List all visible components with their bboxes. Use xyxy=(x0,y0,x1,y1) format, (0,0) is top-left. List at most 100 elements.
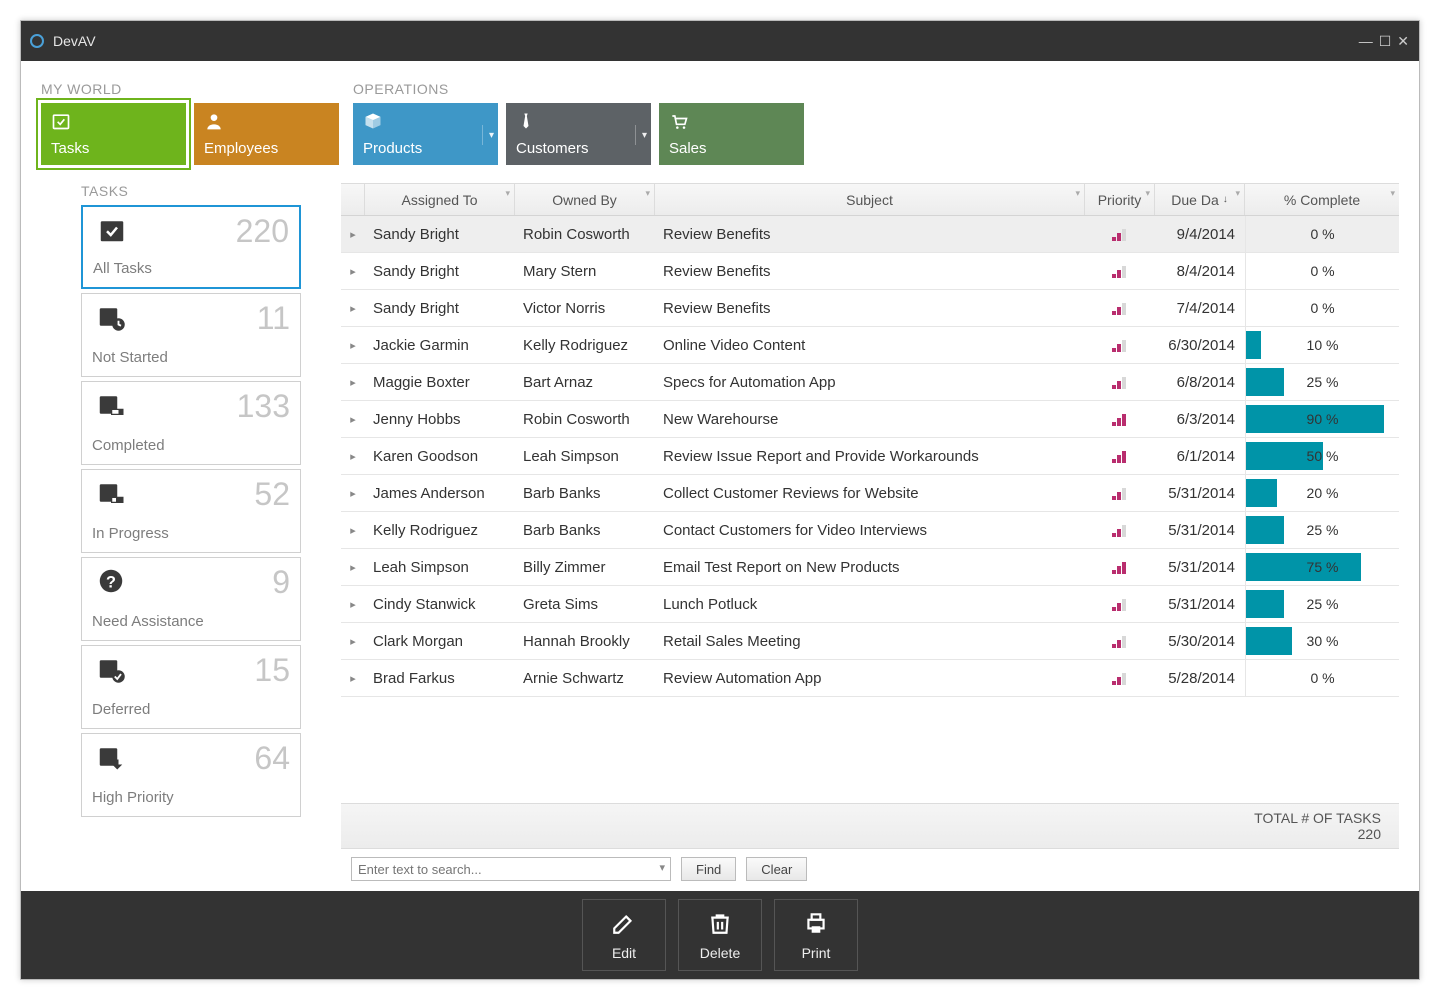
cell-priority xyxy=(1085,449,1155,463)
cell-pct: 25 % xyxy=(1245,364,1399,400)
nav-group-operations: OPERATIONS xyxy=(353,81,804,97)
box-icon xyxy=(363,111,488,135)
tile-label: Customers xyxy=(516,140,641,157)
tile-tasks[interactable]: Tasks xyxy=(41,103,186,165)
table-row[interactable]: ▸Sandy BrightVictor NorrisReview Benefit… xyxy=(341,290,1399,327)
tile-label: Products xyxy=(363,140,488,157)
sidebar-card-need-assistance[interactable]: ?9Need Assistance xyxy=(81,557,301,641)
table-row[interactable]: ▸Sandy BrightRobin CosworthReview Benefi… xyxy=(341,216,1399,253)
sidebar-card-high-priority[interactable]: 64High Priority xyxy=(81,733,301,817)
filter-icon[interactable]: ▾ xyxy=(1390,188,1395,199)
svg-text:?: ? xyxy=(106,573,116,591)
cell-due: 8/4/2014 xyxy=(1155,263,1245,280)
col-due[interactable]: Due Da↓▾ xyxy=(1155,184,1245,215)
cell-assigned: Jackie Garmin xyxy=(365,337,515,354)
expand-icon[interactable]: ▸ xyxy=(341,376,365,389)
table-row[interactable]: ▸Jackie GarminKelly RodriguezOnline Vide… xyxy=(341,327,1399,364)
edit-button[interactable]: Edit xyxy=(582,899,666,971)
expand-icon[interactable]: ▸ xyxy=(341,228,365,241)
table-row[interactable]: ▸Kelly RodriguezBarb BanksContact Custom… xyxy=(341,512,1399,549)
table-row[interactable]: ▸Karen GoodsonLeah SimpsonReview Issue R… xyxy=(341,438,1399,475)
find-button[interactable]: Find xyxy=(681,857,736,881)
expand-icon[interactable]: ▸ xyxy=(341,265,365,278)
cell-priority xyxy=(1085,671,1155,685)
app-icon xyxy=(29,33,45,49)
sidebar-card-in-progress[interactable]: 52In Progress xyxy=(81,469,301,553)
cell-subject: Review Issue Report and Provide Workarou… xyxy=(655,448,1085,465)
card-label: In Progress xyxy=(92,525,290,542)
tile-label: Sales xyxy=(669,140,794,157)
expand-icon[interactable]: ▸ xyxy=(341,672,365,685)
col-priority[interactable]: Priority▾ xyxy=(1085,184,1155,215)
cell-pct: 0 % xyxy=(1245,253,1399,289)
cell-owned: Greta Sims xyxy=(515,596,655,613)
cell-priority xyxy=(1085,338,1155,352)
sidebar-card-deferred[interactable]: 15Deferred xyxy=(81,645,301,729)
cell-pct: 25 % xyxy=(1245,586,1399,622)
sidebar-card-not-started[interactable]: 11Not Started xyxy=(81,293,301,377)
cell-subject: Review Benefits xyxy=(655,226,1085,243)
cell-subject: Lunch Potluck xyxy=(655,596,1085,613)
expand-icon[interactable]: ▸ xyxy=(341,561,365,574)
cell-owned: Billy Zimmer xyxy=(515,559,655,576)
card-count: 64 xyxy=(254,740,290,777)
cell-due: 6/30/2014 xyxy=(1155,337,1245,354)
col-assigned-to[interactable]: Assigned To▾ xyxy=(365,184,515,215)
table-row[interactable]: ▸Leah SimpsonBilly ZimmerEmail Test Repo… xyxy=(341,549,1399,586)
clear-button[interactable]: Clear xyxy=(746,857,807,881)
maximize-button[interactable]: ☐ xyxy=(1377,33,1394,50)
expand-icon[interactable]: ▸ xyxy=(341,339,365,352)
expand-icon[interactable]: ▸ xyxy=(341,524,365,537)
expand-icon[interactable]: ▸ xyxy=(341,450,365,463)
cell-owned: Kelly Rodriguez xyxy=(515,337,655,354)
search-input[interactable] xyxy=(351,857,671,881)
sidebar-card-completed[interactable]: 133Completed xyxy=(81,381,301,465)
expand-icon[interactable]: ▸ xyxy=(341,487,365,500)
col-owned-by[interactable]: Owned By▾ xyxy=(515,184,655,215)
cell-assigned: Kelly Rodriguez xyxy=(365,522,515,539)
chevron-down-icon[interactable]: ▾ xyxy=(635,125,647,145)
table-row[interactable]: ▸Cindy StanwickGreta SimsLunch Potluck5/… xyxy=(341,586,1399,623)
filter-icon[interactable]: ▾ xyxy=(505,188,510,199)
cell-pct: 90 % xyxy=(1245,401,1399,437)
filter-icon[interactable]: ▾ xyxy=(645,188,650,199)
table-row[interactable]: ▸Maggie BoxterBart ArnazSpecs for Automa… xyxy=(341,364,1399,401)
cell-subject: Online Video Content xyxy=(655,337,1085,354)
cell-owned: Barb Banks xyxy=(515,522,655,539)
print-button[interactable]: Print xyxy=(774,899,858,971)
cell-owned: Mary Stern xyxy=(515,263,655,280)
sidebar-card-all-tasks[interactable]: 220All Tasks xyxy=(81,205,301,289)
cell-assigned: Karen Goodson xyxy=(365,448,515,465)
close-button[interactable]: ✕ xyxy=(1395,33,1411,50)
filter-icon[interactable]: ▾ xyxy=(1235,188,1240,199)
tile-sales[interactable]: Sales xyxy=(659,103,804,165)
col-subject[interactable]: Subject▾ xyxy=(655,184,1085,215)
table-row[interactable]: ▸Jenny HobbsRobin CosworthNew Warehourse… xyxy=(341,401,1399,438)
tile-customers[interactable]: Customers ▾ xyxy=(506,103,651,165)
cell-priority xyxy=(1085,523,1155,537)
table-row[interactable]: ▸Sandy BrightMary SternReview Benefits8/… xyxy=(341,253,1399,290)
expand-icon[interactable]: ▸ xyxy=(341,413,365,426)
cell-pct: 10 % xyxy=(1245,327,1399,363)
minimize-button[interactable]: — xyxy=(1357,33,1375,49)
chevron-down-icon[interactable]: ▾ xyxy=(482,125,494,145)
table-row[interactable]: ▸James AndersonBarb BanksCollect Custome… xyxy=(341,475,1399,512)
app-title: DevAV xyxy=(53,33,96,49)
footer-value: 220 xyxy=(349,826,1381,842)
cell-priority xyxy=(1085,634,1155,648)
card-count: 133 xyxy=(237,388,290,425)
tile-employees[interactable]: Employees xyxy=(194,103,339,165)
table-row[interactable]: ▸Brad FarkusArnie SchwartzReview Automat… xyxy=(341,660,1399,697)
table-row[interactable]: ▸Clark MorganHannah BrooklyRetail Sales … xyxy=(341,623,1399,660)
delete-button[interactable]: Delete xyxy=(678,899,762,971)
expand-icon[interactable]: ▸ xyxy=(341,635,365,648)
filter-icon[interactable]: ▾ xyxy=(1145,188,1150,199)
tile-products[interactable]: Products ▾ xyxy=(353,103,498,165)
cell-owned: Leah Simpson xyxy=(515,448,655,465)
cell-due: 5/31/2014 xyxy=(1155,522,1245,539)
expand-icon[interactable]: ▸ xyxy=(341,302,365,315)
col-pct[interactable]: % Complete▾ xyxy=(1245,184,1399,215)
filter-icon[interactable]: ▾ xyxy=(1075,188,1080,199)
expand-icon[interactable]: ▸ xyxy=(341,598,365,611)
cell-owned: Barb Banks xyxy=(515,485,655,502)
